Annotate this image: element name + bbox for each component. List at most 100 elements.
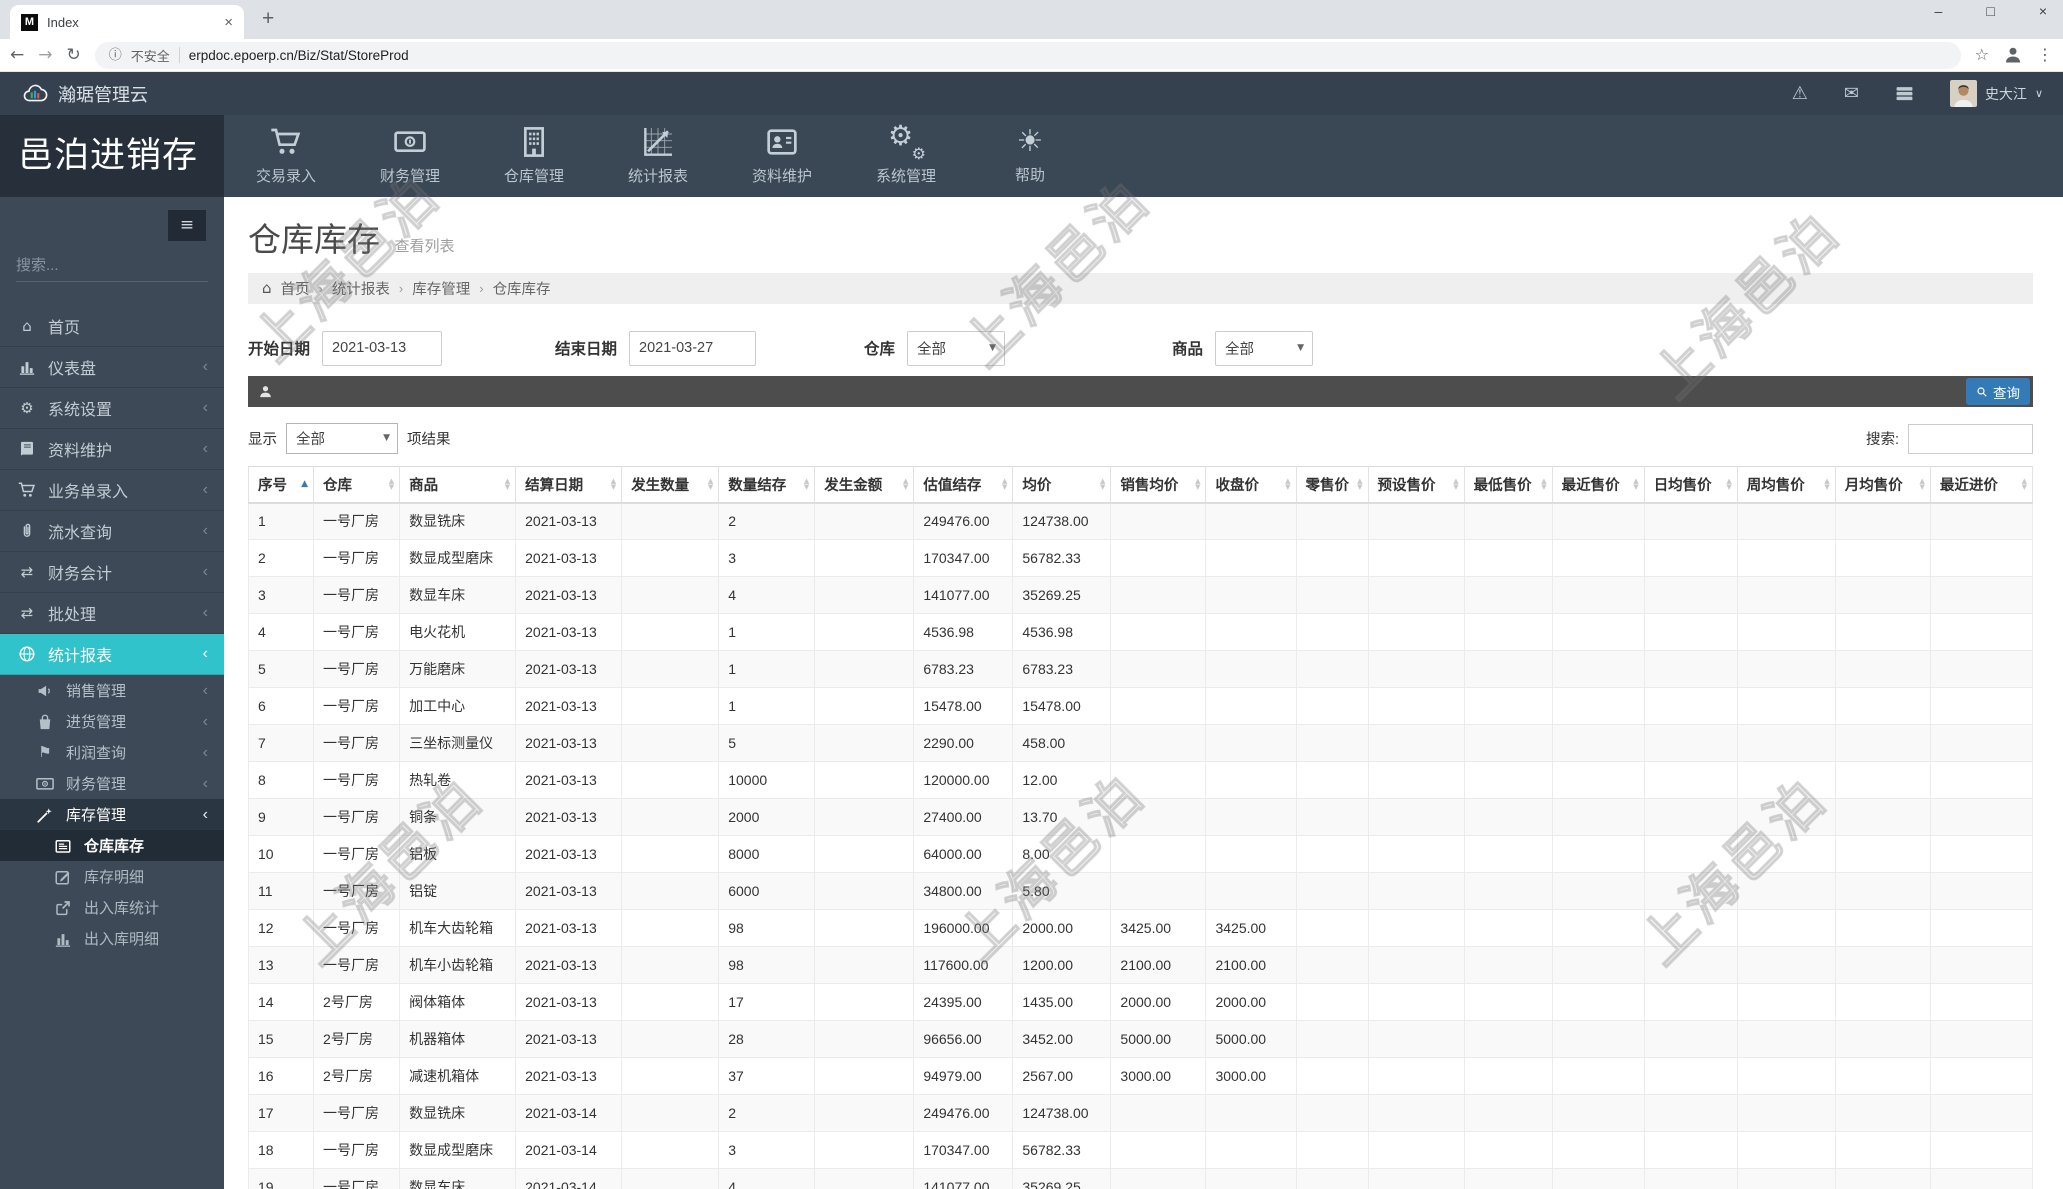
column-header-13[interactable]: 最低售价 ▲ ▼ bbox=[1463, 466, 1553, 504]
sidebar-item-stats-report[interactable]: 统计报表 ‹ bbox=[0, 634, 224, 675]
sort-carets-icon: ▲ ▼ bbox=[1919, 477, 1925, 492]
warehouse-select[interactable]: 全部 ▼ bbox=[907, 330, 1006, 366]
sidebar-toggle-button[interactable]: ≡ bbox=[168, 210, 206, 241]
back-button[interactable]: ← bbox=[10, 45, 24, 65]
column-header-16[interactable]: 周均售价 ▲ ▼ bbox=[1736, 466, 1836, 504]
sidebar-item-data-maintenance[interactable]: 资料维护 ‹ bbox=[0, 429, 224, 470]
sidebar-item-finance-account[interactable]: ⇄ 财务会计 ‹ bbox=[0, 552, 224, 593]
column-header-10[interactable]: 收盘价 ▲ ▼ bbox=[1205, 466, 1297, 504]
table-cell: 一号厂房 bbox=[313, 539, 401, 577]
table-cell: 机车大齿轮箱 bbox=[399, 909, 517, 947]
sort-carets-icon: ▲ ▼ bbox=[1453, 477, 1459, 492]
start-date-input[interactable] bbox=[322, 330, 443, 366]
forward-button[interactable]: → bbox=[38, 45, 52, 65]
end-date-input[interactable] bbox=[629, 330, 757, 366]
table-cell bbox=[1643, 724, 1738, 762]
column-header-15[interactable]: 日均售价 ▲ ▼ bbox=[1643, 466, 1738, 504]
sidebar-item-system-settings[interactable]: ⚙ 系统设置 ‹ bbox=[0, 388, 224, 429]
shuffle-icon: ⇄ bbox=[20, 562, 34, 581]
column-header-label: 发生数量 bbox=[631, 477, 690, 494]
sidebar-search-input[interactable] bbox=[16, 257, 215, 274]
column-header-4[interactable]: 发生数量 ▲ ▼ bbox=[621, 466, 720, 504]
sort-carets-icon: ▲ ▼ bbox=[504, 477, 511, 492]
query-button[interactable]: 查询 bbox=[1966, 378, 2030, 405]
table-cell bbox=[1736, 1094, 1836, 1132]
sidebar-item-profit-query[interactable]: ⚑ 利润查询 ‹ bbox=[0, 737, 224, 768]
table-search-input[interactable] bbox=[1908, 423, 2033, 454]
table-cell bbox=[1110, 502, 1207, 540]
sidebar-item-warehouse-stock[interactable]: 仓库库存 bbox=[0, 830, 224, 861]
column-header-14[interactable]: 最近售价 ▲ ▼ bbox=[1551, 466, 1645, 504]
column-header-1[interactable]: 仓库 ▲ ▼ bbox=[313, 466, 401, 504]
new-tab-button[interactable]: + bbox=[262, 7, 274, 31]
column-header-7[interactable]: 估值结存 ▲ ▼ bbox=[913, 466, 1014, 504]
topnav-item-system-mgmt[interactable]: ⚙ ⚙ 系统管理 bbox=[844, 115, 968, 197]
sidebar-item-dashboard[interactable]: 仪表盘 ‹ bbox=[0, 347, 224, 388]
product-select[interactable]: 全部 ▼ bbox=[1215, 330, 1314, 366]
sidebar-item-batch-process[interactable]: ⇄ 批处理 ‹ bbox=[0, 593, 224, 634]
column-header-8[interactable]: 均价 ▲ ▼ bbox=[1012, 466, 1112, 504]
sidebar-item-order-entry[interactable]: 业务单录入 ‹ bbox=[0, 470, 224, 511]
browser-tab[interactable]: M Index × bbox=[10, 5, 244, 39]
table-cell bbox=[814, 835, 915, 873]
browser-profile-icon[interactable] bbox=[2003, 45, 2023, 65]
sidebar-item-finance-mgmt[interactable]: 财务管理 ‹ bbox=[0, 768, 224, 799]
list-controls: 显示 全部 ▼ 项结果 搜索: bbox=[248, 423, 2033, 454]
table-cell bbox=[1736, 576, 1836, 614]
page-length-select[interactable]: 全部 ▼ bbox=[286, 423, 398, 454]
table-cell bbox=[1834, 1094, 1931, 1132]
sidebar-item-stock-detail[interactable]: 库存明细 bbox=[0, 861, 224, 892]
table-cell bbox=[621, 576, 720, 614]
mail-icon[interactable]: ✉ bbox=[1844, 84, 1859, 103]
sidebar-item-flow-query[interactable]: 流水查询 ‹ bbox=[0, 511, 224, 552]
tab-close-icon[interactable]: × bbox=[224, 14, 233, 31]
column-header-5[interactable]: 数量结存 ▲ ▼ bbox=[718, 466, 816, 504]
topnav-item-warehouse-mgmt[interactable]: 仓库管理 bbox=[472, 115, 596, 197]
sidebar-item-sales-mgmt[interactable]: 销售管理 ‹ bbox=[0, 675, 224, 706]
table-cell bbox=[1834, 1168, 1931, 1189]
table-cell: 2021-03-13 bbox=[515, 1020, 623, 1058]
topnav-item-data-maintenance[interactable]: 资料维护 bbox=[720, 115, 844, 197]
table-cell bbox=[1551, 613, 1645, 651]
window-minimize-button[interactable]: – bbox=[1935, 3, 1943, 19]
topnav-item-trade-entry[interactable]: 交易录入 bbox=[224, 115, 348, 197]
topnav-item-help[interactable]: ☀ 帮助 bbox=[968, 115, 1092, 197]
table-cell bbox=[1551, 872, 1645, 910]
user-menu[interactable]: 史大江 ∨ bbox=[1950, 80, 2043, 107]
refresh-button[interactable]: ↻ bbox=[67, 45, 81, 65]
caret-down-icon: ▼ bbox=[1297, 342, 1305, 353]
window-close-button[interactable]: × bbox=[2039, 3, 2047, 19]
alert-icon[interactable]: ⚠ bbox=[1792, 84, 1808, 103]
sidebar-item-home[interactable]: ⌂ 首页 bbox=[0, 306, 224, 347]
bookmark-star-icon[interactable]: ☆ bbox=[1975, 47, 1989, 63]
product-group: 商品 全部 ▼ bbox=[1172, 328, 1314, 368]
column-header-17[interactable]: 月均售价 ▲ ▼ bbox=[1834, 466, 1931, 504]
column-header-12[interactable]: 预设售价 ▲ ▼ bbox=[1367, 466, 1465, 504]
breadcrumb-home[interactable]: 首页 bbox=[281, 278, 310, 299]
sidebar-item-inout-detail[interactable]: 出入库明细 bbox=[0, 923, 224, 954]
column-header-2[interactable]: 商品 ▲ ▼ bbox=[399, 466, 517, 504]
page-title: 仓库库存 bbox=[248, 221, 380, 258]
column-header-0[interactable]: 序号 ▲ bbox=[247, 466, 315, 504]
table-cell: 2号厂房 bbox=[313, 1020, 401, 1058]
url-bar[interactable]: ⓘ 不安全 erpdoc.epoerp.cn/Biz/Stat/StorePro… bbox=[94, 41, 1961, 69]
sidebar-item-label: 仪表盘 bbox=[48, 361, 97, 378]
topnav-item-finance-mgmt[interactable]: 财务管理 bbox=[348, 115, 472, 197]
breadcrumb-stats[interactable]: 统计报表 bbox=[332, 278, 390, 299]
tasks-icon[interactable] bbox=[1895, 84, 1914, 103]
column-header-11[interactable]: 零售价 ▲ ▼ bbox=[1295, 466, 1369, 504]
topnav-item-stats-report[interactable]: 统计报表 bbox=[596, 115, 720, 197]
window-maximize-button[interactable]: □ bbox=[1986, 3, 1994, 19]
column-header-18[interactable]: 最近进价 ▲ ▼ bbox=[1929, 466, 2034, 504]
table-cell bbox=[1643, 650, 1738, 688]
sidebar-item-purchase-mgmt[interactable]: 进货管理 ‹ bbox=[0, 706, 224, 737]
breadcrumb-stock-mgmt[interactable]: 库存管理 bbox=[412, 278, 470, 299]
browser-menu-icon[interactable]: ⋮ bbox=[2037, 47, 2053, 63]
app-logo[interactable]: 瀚琚管理云 bbox=[20, 81, 148, 107]
topnav-item-label: 资料维护 bbox=[751, 168, 812, 185]
sidebar-item-stock-mgmt[interactable]: 库存管理 ‹ bbox=[0, 799, 224, 830]
column-header-6[interactable]: 发生金额 ▲ ▼ bbox=[814, 466, 915, 504]
column-header-9[interactable]: 销售均价 ▲ ▼ bbox=[1110, 466, 1207, 504]
sidebar-item-inout-stats[interactable]: 出入库统计 bbox=[0, 892, 224, 923]
column-header-3[interactable]: 结算日期 ▲ ▼ bbox=[515, 466, 623, 504]
